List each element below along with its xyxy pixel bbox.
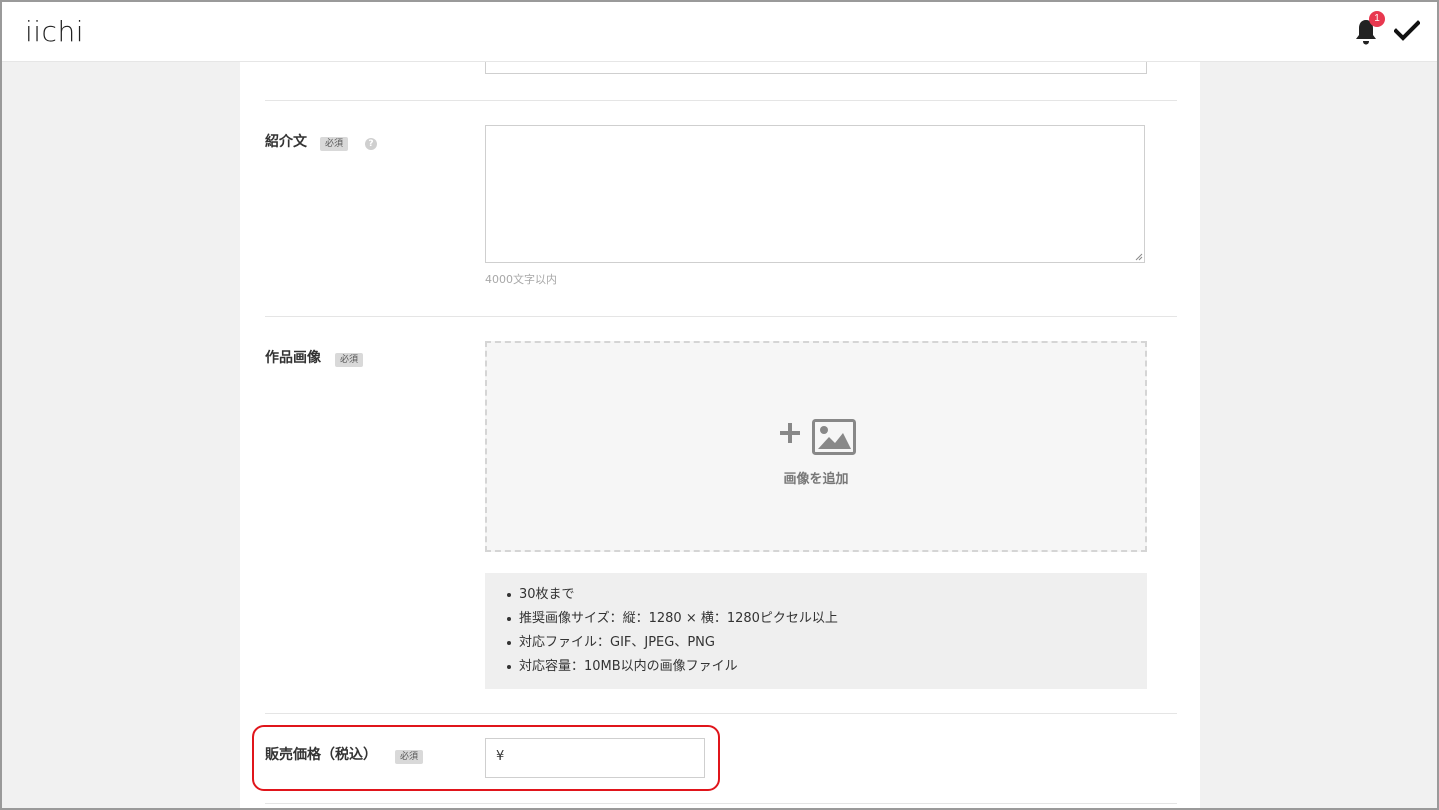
help-icon[interactable]: ?: [365, 138, 377, 150]
divider: [265, 100, 1177, 101]
check-icon[interactable]: [1394, 20, 1420, 42]
description-label: 紹介文: [265, 134, 307, 150]
description-textarea[interactable]: [485, 125, 1145, 263]
images-label: 作品画像: [265, 350, 321, 366]
image-icon: [812, 419, 856, 455]
note-text: 30枚まで: [519, 587, 575, 602]
divider: [265, 803, 1177, 804]
description-hint: 4000文字以内: [485, 273, 557, 286]
note-item: 推奨画像サイズ：縦：1280 × 横：1280ピクセル以上: [485, 607, 1147, 631]
note-item: 30枚まで: [485, 583, 1147, 607]
form-panel: 紹介文 必須 ? 4000文字以内 作品画像 必須 画像を追加 30枚まで 推奨…: [240, 51, 1200, 808]
note-item: 対応ファイル：GIF、JPEG、PNG: [485, 631, 1147, 655]
app-frame: iichi 1 紹介文 必須 ? 4000文字以内 作品画像 必須 画像を追加 …: [0, 0, 1439, 810]
note-text: 対応ファイル：GIF、JPEG、PNG: [519, 635, 715, 650]
note-text: 推奨画像サイズ：縦：1280 × 横：1280ピクセル以上: [519, 611, 838, 626]
logo[interactable]: iichi: [25, 14, 84, 50]
price-highlight-box: [252, 725, 720, 791]
divider: [265, 713, 1177, 714]
required-badge: 必須: [335, 353, 364, 367]
notification-badge: 1: [1369, 11, 1385, 27]
required-badge: 必須: [320, 137, 349, 151]
resize-grip-icon[interactable]: [1135, 253, 1143, 261]
image-notes: 30枚まで 推奨画像サイズ：縦：1280 × 横：1280ピクセル以上 対応ファ…: [485, 573, 1147, 689]
note-text: 対応容量：10MB以内の画像ファイル: [519, 659, 738, 674]
image-dropzone[interactable]: 画像を追加: [485, 341, 1147, 552]
top-header: iichi 1: [2, 2, 1437, 62]
divider: [265, 316, 1177, 317]
note-item: 対応容量：10MB以内の画像ファイル: [485, 655, 1147, 679]
plus-icon: [780, 423, 800, 443]
add-image-label: 画像を追加: [783, 472, 849, 487]
